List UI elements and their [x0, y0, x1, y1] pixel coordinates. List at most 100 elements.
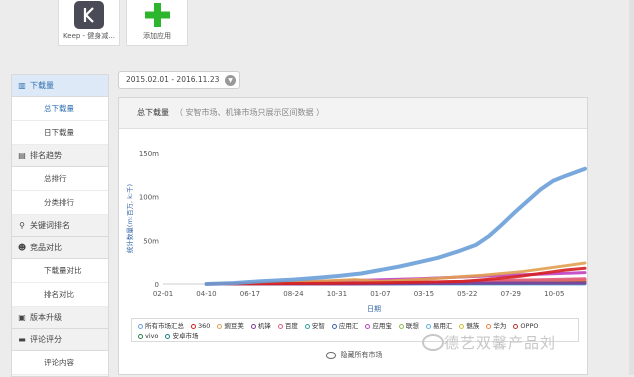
x-tick-label: 07-29: [501, 290, 521, 298]
legend-label: 豌豆荚: [224, 322, 244, 330]
legend-label: vivo: [145, 332, 159, 340]
sidebar-label: 排名趋势: [30, 151, 62, 160]
legend-label: 安卓市场: [172, 332, 199, 340]
legend-marker-icon: [365, 323, 371, 329]
panel-subtitle: （ 安智市场、机锋市场只展示区间数据 ）: [175, 108, 325, 117]
x-tick-label: 03-15: [414, 290, 434, 298]
legend-label: 安智: [311, 322, 325, 330]
legend-item[interactable]: 应用宝: [365, 321, 392, 331]
x-tick-label: 02-01: [153, 290, 173, 298]
legend-item[interactable]: 机锋: [250, 321, 271, 331]
sidebar-item-total-rank[interactable]: 总排行: [12, 167, 108, 191]
sidebar-label: 关键词排名: [30, 221, 70, 230]
eye-icon: [325, 351, 336, 359]
legend-marker-icon: [459, 323, 465, 329]
sidebar-item-downloads[interactable]: ▥ 下载量: [12, 75, 108, 97]
legend-item[interactable]: OPPO: [513, 321, 539, 331]
legend-item[interactable]: 应用汇: [331, 321, 358, 331]
comment-icon: ▬: [18, 335, 26, 344]
x-tick-label: 05-22: [457, 290, 477, 298]
sidebar-item-review-content[interactable]: 评论内容: [12, 351, 108, 375]
x-tick-label: 01-07: [370, 290, 390, 298]
sidebar-item-rank-compare[interactable]: 排名对比: [12, 283, 108, 307]
y-tick-label: 150m: [139, 150, 159, 158]
wechat-icon: [422, 334, 444, 351]
y-tick-label: 50m: [143, 237, 159, 245]
sidebar-item-reviews[interactable]: ▬ 评论评分: [12, 329, 108, 351]
scrollbar[interactable]: [629, 0, 634, 375]
panel-header: 总下载量 （ 安智市场、机锋市场只展示区间数据 ）: [119, 98, 587, 129]
sidebar-item-download-compare[interactable]: 下载量对比: [12, 259, 108, 283]
app-label: Keep - 健身减...: [63, 32, 115, 40]
downloads-line-chart: 0 50m 100m 150m 02-01 04-10 06-17 08-24 10-31 01-…: [125, 150, 587, 313]
date-range-value: 2015.02.01 - 2016.11.23: [126, 75, 220, 84]
legend-marker-icon: [331, 323, 337, 329]
sidebar-item-category-rank[interactable]: 分类排行: [12, 191, 108, 215]
legend-marker-icon: [513, 323, 519, 329]
legend-label: 华为: [493, 322, 507, 330]
y-tick-label: 0: [155, 281, 159, 289]
legend-item[interactable]: 华为: [486, 321, 506, 331]
x-tick-label: 04-10: [196, 290, 216, 298]
legend-item[interactable]: 安智: [304, 321, 325, 331]
legend-item[interactable]: 安卓市场: [165, 331, 198, 341]
upgrade-icon: ▣: [18, 313, 26, 322]
legend-marker-icon: [304, 323, 310, 329]
legend-item[interactable]: 联想: [398, 321, 419, 331]
x-tick-label: 08-24: [283, 290, 304, 298]
y-axis-label: 统计数量(m:百万, k:千): [125, 184, 134, 253]
chevron-down-icon[interactable]: ▼: [225, 75, 236, 86]
legend-marker-icon: [165, 333, 171, 339]
x-tick-label: 10-05: [544, 290, 564, 298]
legend-label: 百度: [284, 322, 298, 330]
legend-label: 360: [198, 322, 211, 330]
legend-label: 应用宝: [372, 322, 392, 330]
legend-item[interactable]: 百度: [277, 321, 298, 331]
sidebar-item-keyword-rank[interactable]: ⚲ 关键词排名: [12, 215, 108, 237]
add-app-label: 添加应用: [143, 32, 171, 40]
hide-all-label: 隐藏所有市场: [340, 351, 383, 359]
legend-marker-icon: [138, 323, 143, 329]
y-tick-label: 100m: [139, 194, 159, 202]
sidebar-label: 下载量: [30, 81, 54, 90]
legend-label: 魅族: [466, 322, 480, 330]
sidebar-item-daily-downloads[interactable]: 日下载量: [12, 121, 108, 145]
legend-item[interactable]: vivo: [138, 331, 158, 341]
watermark: 德艺双馨产品刘: [444, 334, 557, 352]
sidebar-item-competitor[interactable]: ☻ 竞品对比: [12, 237, 108, 259]
sidebar-label: 评论评分: [30, 335, 62, 344]
legend-marker-icon: [425, 323, 431, 329]
legend-label: 机锋: [257, 322, 271, 330]
legend-label: OPPO: [520, 322, 539, 330]
sidebar-label: 版本升级: [30, 313, 62, 322]
series-line: [204, 166, 587, 286]
add-app-button[interactable]: 添加应用: [126, 0, 188, 46]
legend-label: 联想: [405, 322, 419, 330]
sidebar-label: 竞品对比: [30, 243, 62, 252]
sidebar-item-rank-trend[interactable]: ▤ 排名趋势: [12, 145, 108, 167]
app-tile-keep[interactable]: Keep - 健身减...: [58, 0, 120, 46]
legend-item[interactable]: 易用汇: [425, 321, 453, 331]
legend-item[interactable]: 豌豆荚: [217, 321, 244, 331]
users-icon: ☻: [17, 243, 27, 252]
date-range-picker[interactable]: 2015.02.01 - 2016.11.23 ▼: [118, 71, 240, 89]
legend-item[interactable]: 魅族: [459, 321, 479, 331]
trend-icon: ▤: [18, 151, 26, 160]
legend-label: 所有市场汇总: [145, 322, 184, 330]
legend-label: 易用汇: [432, 322, 453, 330]
keep-logo-icon: [74, 1, 104, 29]
legend-marker-icon: [398, 323, 404, 329]
sidebar: ▥ 下载量 总下载量 日下载量 ▤ 排名趋势 总排行 分类排行 ⚲ 关键词排名 ☻ 竞品…: [11, 74, 109, 377]
sidebar-item-total-downloads[interactable]: 总下载量: [12, 97, 108, 121]
legend-item[interactable]: 360: [191, 321, 210, 331]
legend-item[interactable]: 所有市场汇总: [138, 321, 184, 331]
sidebar-item-version[interactable]: ▣ 版本升级: [12, 307, 108, 329]
search-icon: ⚲: [19, 221, 25, 230]
x-tick-label: 10-31: [327, 290, 347, 298]
legend-marker-icon: [250, 323, 256, 329]
legend-marker-icon: [217, 323, 223, 329]
legend-marker-icon: [486, 323, 492, 329]
x-axis-label: 日期: [367, 305, 381, 313]
x-tick-label: 06-17: [240, 290, 260, 298]
legend-marker-icon: [191, 323, 196, 329]
